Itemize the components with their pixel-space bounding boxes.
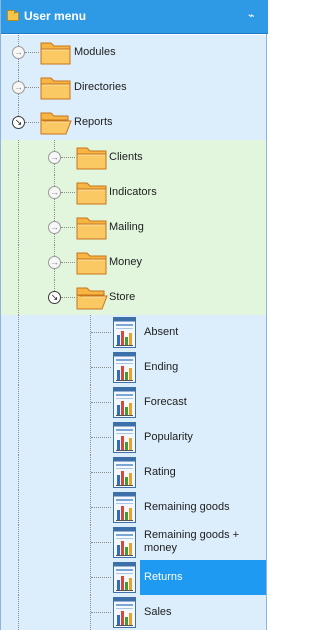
tree-connector-line bbox=[18, 455, 19, 490]
tree-connector-line bbox=[18, 350, 19, 385]
tree-connector-line bbox=[18, 210, 19, 245]
tree-item-returns[interactable]: Returns bbox=[1, 560, 266, 595]
tree-connector-line bbox=[18, 595, 19, 630]
tree-item-money[interactable]: → Money bbox=[1, 245, 266, 280]
tree-item-reports[interactable]: ↘ Reports bbox=[1, 105, 266, 140]
tree-connector-line bbox=[91, 332, 111, 333]
tree-connector-line bbox=[25, 52, 39, 53]
folder-open-icon bbox=[76, 285, 108, 310]
tree-connector-line bbox=[18, 315, 19, 350]
tree-item-forecast[interactable]: Forecast bbox=[1, 385, 266, 420]
tree-item-label: Sales bbox=[144, 606, 172, 618]
report-icon bbox=[112, 526, 137, 559]
tree-connector-line bbox=[91, 577, 111, 578]
tree-item-remaining-goods[interactable]: Remaining goods bbox=[1, 490, 266, 525]
tree-connector-line bbox=[18, 525, 19, 560]
tree-connector-line bbox=[18, 175, 19, 210]
tree-connector-line bbox=[91, 507, 111, 508]
folder-open-icon bbox=[40, 110, 72, 135]
folder-closed-icon bbox=[76, 215, 108, 240]
tree-connector-line bbox=[18, 490, 19, 525]
report-icon bbox=[112, 421, 137, 454]
tree-item-label: Clients bbox=[109, 151, 143, 163]
report-icon bbox=[112, 351, 137, 384]
collapse-icon[interactable]: ↘ bbox=[12, 116, 25, 129]
tree-item-label: Reports bbox=[74, 116, 113, 128]
tree-connector-line bbox=[18, 385, 19, 420]
tree-item-label: Absent bbox=[144, 326, 179, 338]
expand-icon[interactable]: → bbox=[48, 186, 61, 199]
pin-icon[interactable]: ⌁ bbox=[248, 9, 255, 23]
tree-item-store[interactable]: ↘ Store bbox=[1, 280, 266, 315]
tree-connector-line bbox=[61, 192, 75, 193]
report-icon bbox=[112, 456, 137, 489]
tree-connector-line bbox=[18, 280, 19, 315]
report-icon bbox=[112, 491, 137, 524]
report-icon bbox=[112, 386, 137, 419]
expand-icon[interactable]: → bbox=[12, 81, 25, 94]
tree-item-modules[interactable]: → Modules bbox=[1, 35, 266, 70]
tree-connector-line bbox=[91, 612, 111, 613]
tree-item-label: Modules bbox=[74, 46, 116, 58]
expand-icon[interactable]: → bbox=[48, 221, 61, 234]
tree-item-label: Remaining goods bbox=[144, 501, 230, 513]
panel-title-bar: User menu ⌁ bbox=[1, 0, 268, 34]
folder-closed-icon bbox=[76, 145, 108, 170]
folder-closed-icon bbox=[76, 250, 108, 275]
tree-item-mailing[interactable]: → Mailing bbox=[1, 210, 266, 245]
tree-item-label: Forecast bbox=[144, 396, 187, 408]
tree-item-remaining-goods-money[interactable]: Remaining goods + money bbox=[1, 525, 266, 560]
tree-connector-line bbox=[25, 87, 39, 88]
folder-icon bbox=[7, 10, 19, 21]
report-icon bbox=[112, 561, 137, 594]
tree-connector-line bbox=[91, 437, 111, 438]
tree-item-absent[interactable]: Absent bbox=[1, 315, 266, 350]
tree-item-label: Mailing bbox=[109, 221, 144, 233]
tree-connector-line bbox=[18, 140, 19, 175]
expand-icon[interactable]: → bbox=[48, 256, 61, 269]
tree-connector-line bbox=[18, 420, 19, 455]
folder-closed-icon bbox=[76, 180, 108, 205]
tree-connector-line bbox=[91, 472, 111, 473]
tree-item-label: Popularity bbox=[144, 431, 193, 443]
tree-item-label: Indicators bbox=[109, 186, 157, 198]
tree-connector-line bbox=[91, 542, 111, 543]
tree-connector-line bbox=[61, 157, 75, 158]
expand-icon[interactable]: → bbox=[48, 151, 61, 164]
tree-item-label: Directories bbox=[74, 81, 127, 93]
expand-icon[interactable]: → bbox=[12, 46, 25, 59]
tree-connector-line bbox=[91, 367, 111, 368]
tree-item-label: Money bbox=[109, 256, 143, 268]
tree-item-clients[interactable]: → Clients bbox=[1, 140, 266, 175]
tree-item-popularity[interactable]: Popularity bbox=[1, 420, 266, 455]
report-icon bbox=[112, 596, 137, 629]
report-icon bbox=[112, 316, 137, 349]
tree-connector-line bbox=[91, 402, 111, 403]
folder-closed-icon bbox=[40, 75, 72, 100]
tree-item-rating[interactable]: Rating bbox=[1, 455, 266, 490]
tree-item-sales[interactable]: Sales bbox=[1, 595, 266, 630]
tree-connector-line bbox=[61, 297, 75, 298]
tree-item-label: Store bbox=[109, 291, 136, 303]
tree-connector-line bbox=[61, 262, 75, 263]
tree-connector-line bbox=[18, 245, 19, 280]
tree-item-indicators[interactable]: → Indicators bbox=[1, 175, 266, 210]
tree-item-label: Ending bbox=[144, 361, 179, 373]
tree-item-label: Remaining goods + money bbox=[144, 529, 240, 554]
collapse-icon[interactable]: ↘ bbox=[48, 291, 61, 304]
tree-item-label: Returns bbox=[140, 560, 266, 595]
tree-item-ending[interactable]: Ending bbox=[1, 350, 266, 385]
tree-item-label: Rating bbox=[144, 466, 176, 478]
panel-title: User menu bbox=[24, 9, 87, 23]
tree-connector-line bbox=[25, 122, 39, 123]
tree-connector-line bbox=[61, 227, 75, 228]
folder-closed-icon bbox=[40, 40, 72, 65]
user-menu-panel: User menu ⌁ → Modules → Directories ↘ Reports… bbox=[0, 0, 268, 630]
tree-item-directories[interactable]: → Directories bbox=[1, 70, 266, 105]
tree-connector-line bbox=[18, 560, 19, 595]
